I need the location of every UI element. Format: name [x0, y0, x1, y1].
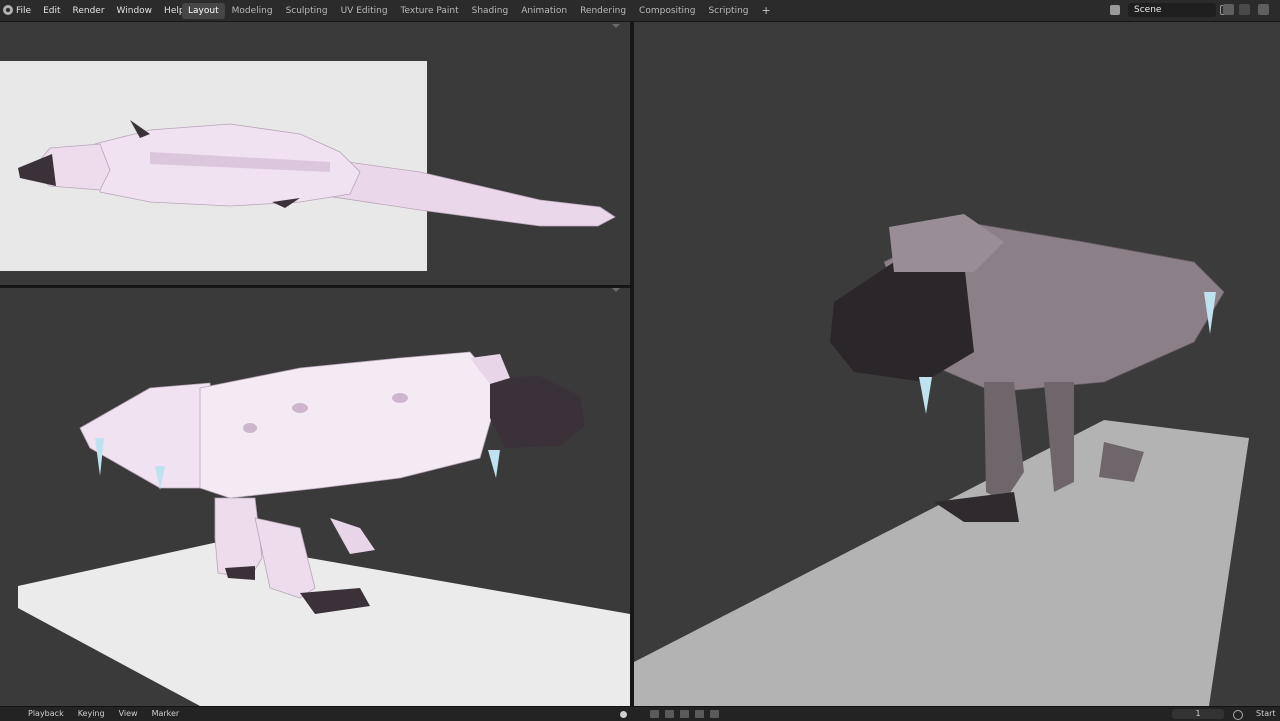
- timeline-playback-menu[interactable]: Playback: [28, 709, 64, 718]
- menu-file[interactable]: File: [16, 6, 31, 16]
- delete-scene-icon[interactable]: [1239, 4, 1250, 15]
- top-bar: File Edit Render Window Help Layout Mode…: [0, 0, 1280, 22]
- tab-shading[interactable]: Shading: [466, 3, 515, 19]
- scene-icon[interactable]: [1110, 5, 1120, 15]
- clock-icon[interactable]: [1233, 710, 1243, 720]
- model-head: [830, 262, 974, 382]
- tab-layout[interactable]: Layout: [182, 2, 225, 19]
- viewport-top-view[interactable]: [0, 22, 630, 285]
- model-spot: [392, 393, 408, 403]
- new-scene-icon[interactable]: [1223, 4, 1234, 15]
- scene-name-field[interactable]: Scene: [1128, 3, 1216, 17]
- blender-logo-icon[interactable]: [3, 5, 13, 15]
- pause-icon[interactable]: [680, 710, 689, 718]
- area-corner-handle[interactable]: [612, 288, 620, 292]
- model-head: [490, 376, 585, 448]
- timeline-marker-menu[interactable]: Marker: [152, 709, 180, 718]
- menu-edit[interactable]: Edit: [43, 6, 60, 16]
- model-spot: [243, 423, 257, 433]
- icicle: [488, 450, 500, 478]
- ground-plane: [18, 542, 630, 706]
- menu-window[interactable]: Window: [117, 6, 153, 16]
- model-foot-2: [225, 566, 255, 580]
- area-corner-handle[interactable]: [612, 24, 620, 28]
- start-frame-label: Start: [1256, 709, 1276, 718]
- current-frame-field[interactable]: 1: [1172, 709, 1224, 719]
- tab-rendering[interactable]: Rendering: [574, 3, 632, 19]
- scene-selector: Scene: [1110, 2, 1240, 18]
- record-icon[interactable]: [620, 711, 627, 718]
- jump-end-icon[interactable]: [710, 710, 719, 718]
- model-tail: [79, 382, 221, 489]
- model-leg-back: [214, 497, 263, 579]
- playback-controls: [650, 710, 725, 718]
- model-arm: [330, 518, 375, 554]
- viewport-perspective-solid[interactable]: [634, 22, 1280, 706]
- model-spot: [292, 403, 308, 413]
- timeline-view-menu[interactable]: View: [119, 709, 138, 718]
- tab-scripting[interactable]: Scripting: [702, 3, 754, 19]
- jump-start-icon[interactable]: [650, 710, 659, 718]
- tab-animation[interactable]: Animation: [515, 3, 573, 19]
- view-layer-icon[interactable]: [1258, 4, 1269, 15]
- play-reverse-icon[interactable]: [665, 710, 674, 718]
- top-view-scene: [0, 61, 616, 271]
- timeline-header: Playback Keying View Marker 1 Start: [0, 706, 1280, 721]
- tab-texture-paint[interactable]: Texture Paint: [395, 3, 465, 19]
- solid-scene: [634, 214, 1249, 706]
- ground-plane: [634, 420, 1249, 706]
- workspace-tabs: Layout Modeling Sculpting UV Editing Tex…: [182, 0, 771, 21]
- tab-uv-editing[interactable]: UV Editing: [335, 3, 394, 19]
- play-icon[interactable]: [695, 710, 704, 718]
- timeline-keying-menu[interactable]: Keying: [78, 709, 105, 718]
- main-menu: File Edit Render Window Help: [16, 0, 197, 21]
- textured-scene: [18, 351, 630, 706]
- tab-modeling[interactable]: Modeling: [226, 3, 279, 19]
- icicle: [919, 377, 932, 414]
- tab-compositing[interactable]: Compositing: [633, 3, 701, 19]
- menu-render[interactable]: Render: [73, 6, 105, 16]
- add-workspace-button[interactable]: +: [762, 4, 771, 17]
- tab-sculpting[interactable]: Sculpting: [280, 3, 334, 19]
- viewport-perspective-textured[interactable]: [0, 288, 630, 706]
- icicle: [95, 438, 104, 476]
